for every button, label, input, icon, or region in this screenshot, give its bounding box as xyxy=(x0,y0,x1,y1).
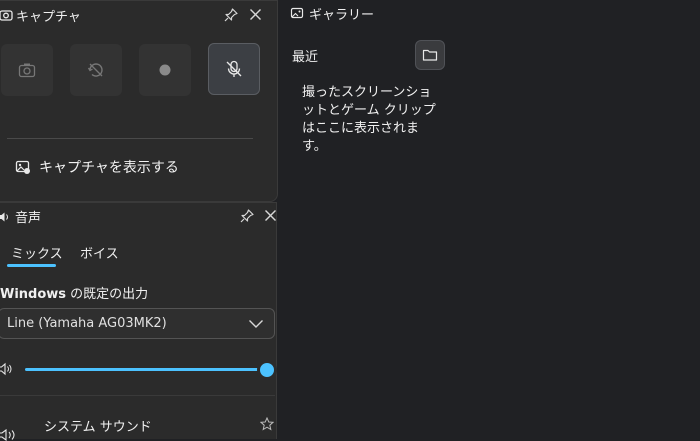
star-icon[interactable] xyxy=(260,417,274,431)
show-captures-label: キャプチャを表示する xyxy=(39,160,179,176)
capture-title: キャプチャ xyxy=(16,10,81,25)
output-device-select[interactable]: Line (Yamaha AG03MK2) xyxy=(0,308,275,339)
close-icon[interactable] xyxy=(264,209,277,222)
history-record-icon xyxy=(87,63,103,77)
record-dot-icon xyxy=(159,64,171,76)
screenshot-button[interactable] xyxy=(1,44,53,96)
volume-icon xyxy=(0,429,15,441)
tab-mix-indicator xyxy=(7,264,56,267)
volume-slider-track[interactable] xyxy=(25,368,265,371)
volume-icon[interactable] xyxy=(0,362,14,376)
system-sounds-label: システム サウンド xyxy=(44,420,152,435)
capture-widget: キャプチャ キャプチャを表示する xyxy=(0,0,278,202)
gallery-image-icon xyxy=(15,160,30,174)
close-icon[interactable] xyxy=(249,8,262,21)
divider xyxy=(0,395,275,396)
show-captures-link[interactable]: キャプチャを表示する xyxy=(15,157,179,177)
pin-icon[interactable] xyxy=(223,7,239,23)
audio-title: 音声 xyxy=(15,211,42,226)
default-output-label: Windows の既定の出力 xyxy=(0,287,149,302)
recent-label: 最近 xyxy=(292,50,319,65)
chevron-down-icon xyxy=(249,319,263,328)
microphone-off-icon xyxy=(226,60,242,77)
pin-icon[interactable] xyxy=(239,208,255,224)
open-folder-button[interactable] xyxy=(415,40,445,70)
volume-slider-thumb[interactable] xyxy=(257,360,277,380)
gallery-title: ギャラリー xyxy=(309,8,375,23)
camera-icon xyxy=(18,63,36,78)
tab-voice[interactable]: ボイス xyxy=(80,243,119,262)
start-recording-button[interactable] xyxy=(139,44,191,96)
folder-icon xyxy=(422,49,438,61)
output-device-value: Line (Yamaha AG03MK2) xyxy=(7,316,167,331)
record-last-30s-button[interactable] xyxy=(70,44,122,96)
mic-mute-toggle[interactable] xyxy=(208,43,260,95)
gallery-empty-message: 撮ったスクリーンショットとゲーム クリップはここに表示されます。 xyxy=(302,85,436,154)
divider xyxy=(7,138,253,139)
tab-mix[interactable]: ミックス xyxy=(11,243,63,262)
camera-icon xyxy=(0,10,13,21)
gallery-icon xyxy=(290,7,304,19)
audio-widget: 音声 ミックス ボイス Windows の既定の出力 Line (Yamaha … xyxy=(0,202,277,441)
speaker-icon xyxy=(0,212,8,222)
